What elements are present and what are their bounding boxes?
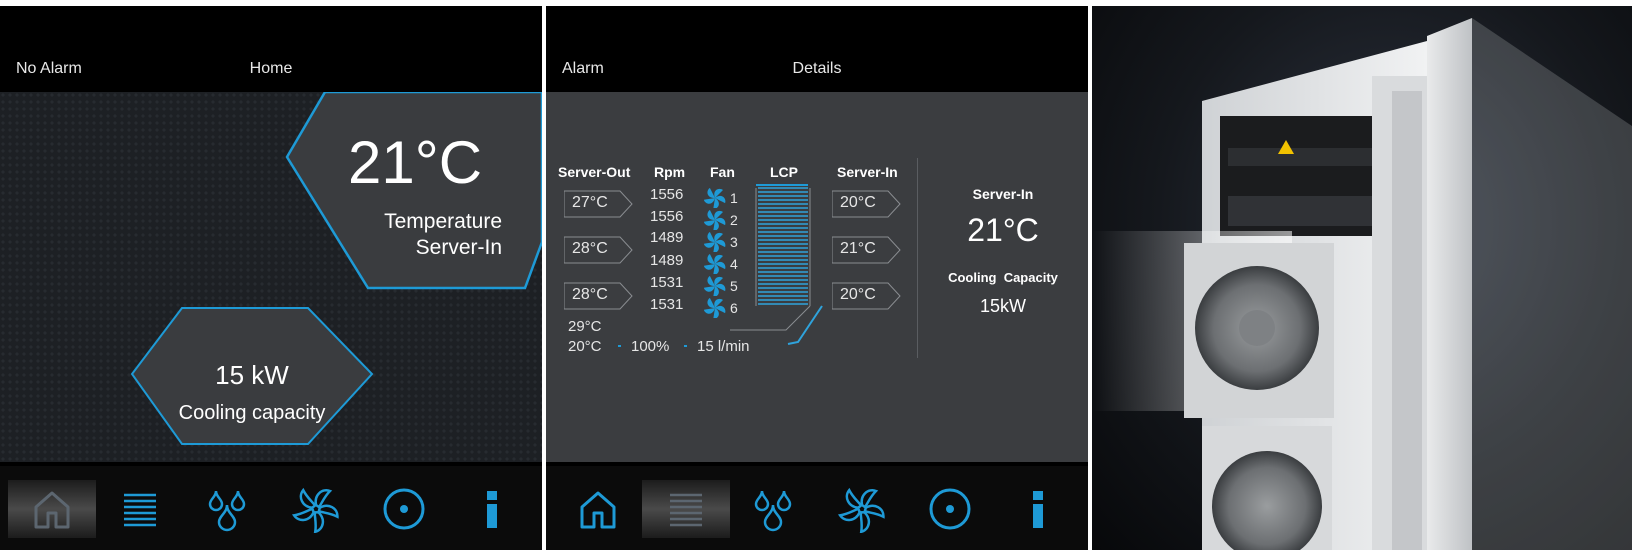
list-icon — [670, 493, 702, 527]
home-screen: No Alarm Home 21°C Temperature Server-In… — [0, 6, 542, 550]
server-in-tag: 20°C — [832, 190, 902, 218]
power-value: 15 kW — [215, 360, 289, 390]
fan-icon — [704, 298, 726, 318]
nav-info[interactable] — [448, 480, 536, 538]
nav-fans[interactable] — [818, 480, 906, 538]
server-in-temp: 20°C — [840, 286, 876, 303]
nav-info[interactable] — [994, 480, 1082, 538]
fan-icon — [838, 487, 885, 533]
valve-position: 100% — [631, 338, 670, 355]
fan-icon — [704, 254, 726, 274]
server-out-temp: 28°C — [572, 286, 608, 303]
power-label: Cooling capacity — [178, 402, 326, 424]
server-in-temp: 20°C — [840, 194, 876, 211]
water-drops-icon — [208, 490, 246, 532]
header-server-out: Server-Out — [558, 164, 631, 180]
flow-dash — [618, 345, 621, 347]
nav-control[interactable] — [360, 480, 448, 538]
summary-capacity: 15kW — [979, 296, 1026, 316]
nav-home[interactable] — [8, 480, 96, 538]
circle-dot-icon — [383, 488, 425, 530]
nav-list[interactable] — [642, 480, 730, 538]
water-drops-icon — [754, 490, 792, 532]
flow-dash — [684, 345, 687, 347]
rpm-value: 1556 — [650, 208, 684, 225]
nav-list[interactable] — [96, 480, 184, 538]
water-flow: 15 l/min — [697, 338, 750, 355]
server-out-temp: 28°C — [572, 240, 608, 257]
server-out-tag: 28°C — [564, 236, 634, 264]
product-photo — [1092, 6, 1632, 550]
server-in-tag: 20°C — [832, 282, 902, 310]
nav-fans[interactable] — [272, 480, 360, 538]
fan-icon — [292, 487, 339, 533]
details-screen: Alarm Details Server-Out Rpm Fan LCP Ser… — [546, 6, 1088, 550]
fan-icon — [704, 276, 726, 296]
info-icon — [1033, 491, 1043, 528]
top-bar: No Alarm Home — [0, 6, 542, 92]
nav-home[interactable] — [554, 480, 642, 538]
rpm-value: 1531 — [650, 296, 684, 313]
lcp-heat-exchanger — [730, 187, 823, 345]
fan-icon — [704, 188, 726, 208]
screen-title: Details — [792, 60, 842, 77]
nav-control[interactable] — [906, 480, 994, 538]
nav-water[interactable] — [184, 480, 272, 538]
list-icon — [124, 493, 156, 527]
summary-capacity-label: Cooling Capacity — [948, 270, 1058, 285]
server-in-temp: 21°C — [840, 240, 876, 257]
header-rpm: Rpm — [654, 164, 686, 180]
rpm-value: 1531 — [650, 274, 684, 291]
home-icon — [34, 491, 70, 529]
fan-icon — [704, 210, 726, 230]
summary-temperature: 21°C — [967, 212, 1039, 248]
fan-icon — [704, 232, 726, 252]
bottom-nav — [546, 466, 1088, 550]
rpm-value: 1489 — [650, 252, 684, 269]
home-icon — [580, 491, 616, 529]
rpm-value: 1556 — [650, 186, 684, 203]
water-in-temp: 20°C — [568, 338, 602, 355]
screen-title: Home — [249, 60, 293, 77]
summary-title: Server-In — [972, 186, 1034, 202]
details-content: Server-Out Rpm Fan LCP Server-In 27°C 28… — [546, 92, 1088, 462]
cooling-unit-illustration — [1092, 18, 1632, 550]
info-icon — [487, 491, 497, 528]
bottom-nav — [0, 466, 542, 550]
top-bar: Alarm Details — [546, 6, 1088, 92]
server-out-temp: 27°C — [572, 194, 608, 211]
server-in-tag: 21°C — [832, 236, 902, 264]
header-server-in: Server-In — [837, 164, 898, 180]
water-out-temp: 29°C — [568, 318, 602, 335]
header-lcp: LCP — [770, 164, 798, 180]
header-fan: Fan — [710, 164, 735, 180]
rpm-value: 1489 — [650, 229, 684, 246]
home-content: 21°C Temperature Server-In 15 kW Cooling… — [0, 92, 542, 462]
server-out-tag: 28°C — [564, 282, 634, 310]
nav-water[interactable] — [730, 480, 818, 538]
server-out-tag: 27°C — [564, 190, 634, 218]
circle-dot-icon — [929, 488, 971, 530]
